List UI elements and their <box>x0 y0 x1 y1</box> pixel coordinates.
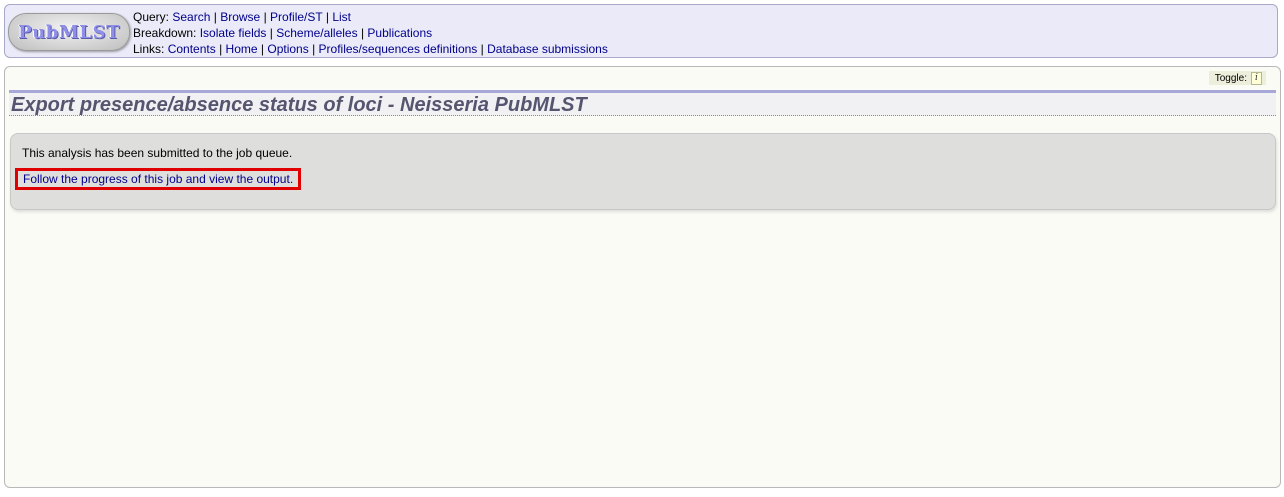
nav-separator: | <box>360 26 365 40</box>
nav-links-line: Links: Contents | Home | Options | Profi… <box>133 41 608 57</box>
header-bar: PubMLST Query: Search | Browse | Profile… <box>4 4 1278 58</box>
nav-link-list[interactable]: List <box>332 10 351 24</box>
page-title: Export presence/absence status of loci -… <box>11 94 587 116</box>
nav-query-line: Query: Search | Browse | Profile/ST | Li… <box>133 9 608 25</box>
nav-links-label: Links: <box>133 42 165 56</box>
nav-link-database-submissions[interactable]: Database submissions <box>487 42 608 56</box>
pubmlst-logo[interactable]: PubMLST <box>8 13 130 51</box>
nav-link-publications[interactable]: Publications <box>367 26 432 40</box>
nav-separator: | <box>480 42 484 56</box>
nav-separator: | <box>312 42 316 56</box>
nav-breakdown-line: Breakdown: Isolate fields | Scheme/allel… <box>133 25 608 41</box>
nav-link-profile-st[interactable]: Profile/ST <box>270 10 322 24</box>
nav-link-contents[interactable]: Contents <box>168 42 216 56</box>
nav-links: Query: Search | Browse | Profile/ST | Li… <box>133 9 608 57</box>
nav-separator: | <box>263 10 267 24</box>
nav-breakdown-label: Breakdown: <box>133 26 197 40</box>
nav-link-home[interactable]: Home <box>226 42 258 56</box>
toggle-label: Toggle: <box>1214 72 1247 84</box>
job-status-box: This analysis has been submitted to the … <box>10 133 1276 210</box>
nav-separator: | <box>213 10 217 24</box>
nav-separator: | <box>325 10 329 24</box>
nav-link-options[interactable]: Options <box>267 42 308 56</box>
nav-separator: | <box>219 42 223 56</box>
nav-separator: | <box>269 26 273 40</box>
job-progress-link[interactable]: Follow the progress of this job and view… <box>15 168 302 190</box>
nav-link-profiles-sequences[interactable]: Profiles/sequences definitions <box>319 42 478 56</box>
title-bar: Export presence/absence status of loci -… <box>9 90 1276 116</box>
nav-link-scheme-alleles[interactable]: Scheme/alleles <box>276 26 357 40</box>
nav-query-label: Query: <box>133 10 170 24</box>
nav-link-isolate-fields[interactable]: Isolate fields <box>200 26 267 40</box>
job-status-text: This analysis has been submitted to the … <box>22 146 293 160</box>
toggle-control: Toggle: i <box>1208 71 1266 85</box>
nav-link-search[interactable]: Search <box>172 10 210 24</box>
main-content: Toggle: i Export presence/absence status… <box>4 66 1281 488</box>
info-icon[interactable]: i <box>1251 71 1262 85</box>
nav-link-browse[interactable]: Browse <box>220 10 260 24</box>
nav-separator: | <box>260 42 265 56</box>
